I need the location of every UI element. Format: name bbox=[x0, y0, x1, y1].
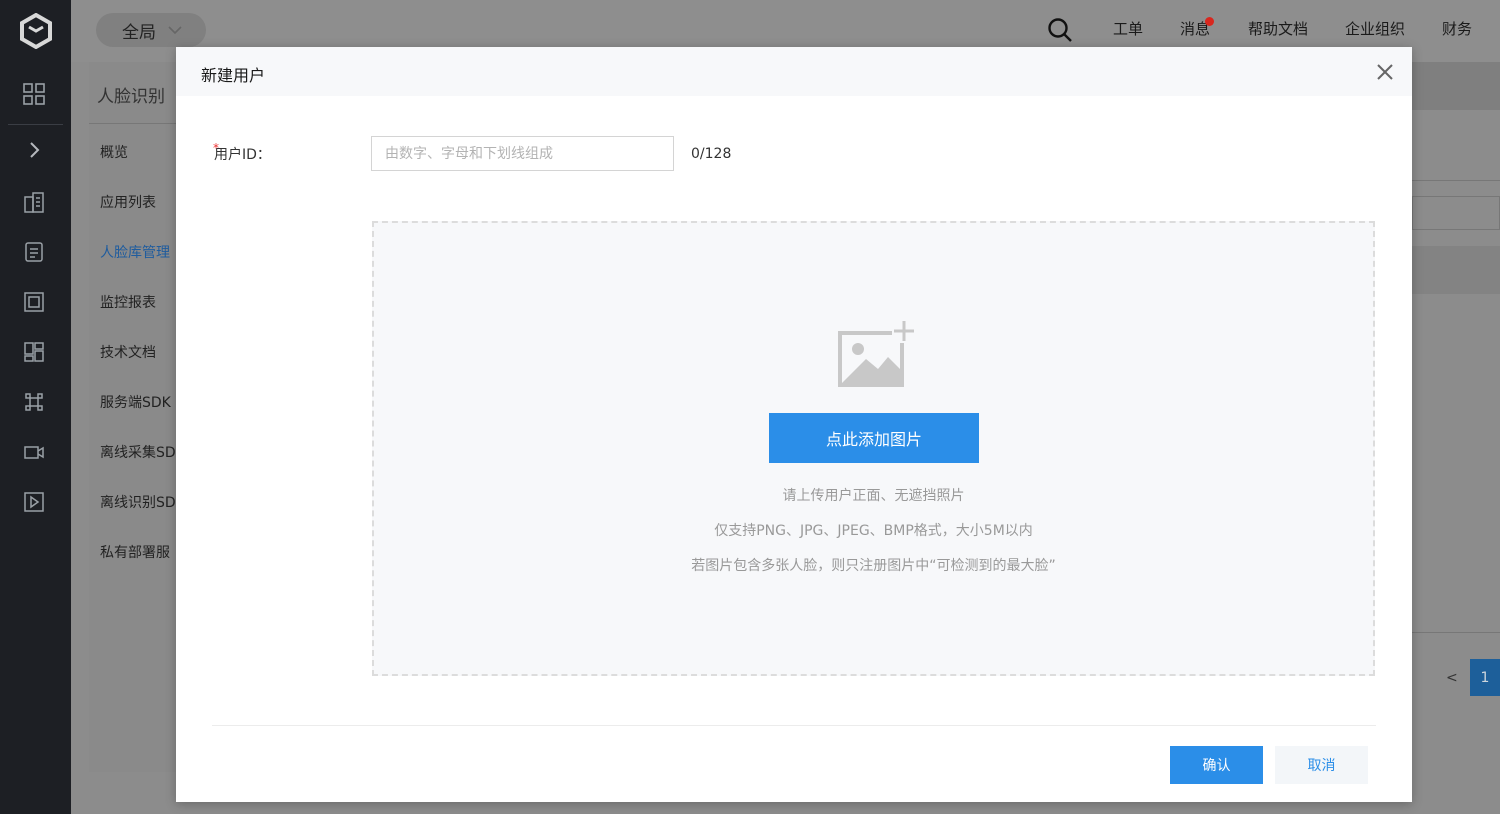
logo-icon[interactable] bbox=[0, 0, 71, 62]
video-icon[interactable] bbox=[21, 439, 47, 465]
user-id-label: * 用户ID： bbox=[213, 141, 271, 164]
content-divider bbox=[1412, 180, 1500, 181]
icon-rail bbox=[0, 0, 71, 814]
pagination-prev[interactable]: < bbox=[1446, 670, 1458, 686]
nav-tickets[interactable]: 工单 bbox=[1113, 18, 1143, 39]
required-marker: * bbox=[213, 141, 219, 155]
command-icon[interactable] bbox=[21, 389, 47, 415]
sidebar-item-overview[interactable]: 概览 bbox=[100, 142, 128, 162]
confirm-button[interactable]: 确认 bbox=[1170, 746, 1263, 784]
play-icon[interactable] bbox=[21, 489, 47, 515]
new-user-dialog: 新建用户 * 用户ID： 0/128 点此添加图片 请上传用户正面、无遮挡照片 … bbox=[176, 47, 1412, 802]
user-id-input[interactable] bbox=[371, 136, 674, 171]
upload-hint-1: 请上传用户正面、无遮挡照片 bbox=[782, 488, 965, 504]
sidebar-item-face-library[interactable]: 人脸库管理 bbox=[100, 242, 170, 262]
user-id-char-counter: 0/128 bbox=[691, 146, 732, 162]
building-icon[interactable] bbox=[21, 189, 47, 215]
close-icon[interactable] bbox=[1375, 62, 1395, 82]
upload-hint-2: 仅支持PNG、JPG、JPEG、BMP格式，大小5M以内 bbox=[714, 523, 1033, 539]
sidebar-item-app-list[interactable]: 应用列表 bbox=[100, 192, 156, 212]
cancel-button[interactable]: 取消 bbox=[1275, 746, 1368, 784]
database-icon[interactable] bbox=[21, 239, 47, 265]
add-image-button[interactable]: 点此添加图片 bbox=[769, 413, 979, 463]
sidebar-item-offline-capture-sdk[interactable]: 离线采集SD bbox=[100, 442, 176, 462]
dashboard-icon[interactable] bbox=[21, 339, 47, 365]
scope-label: 全局 bbox=[122, 22, 156, 43]
chevron-right-icon[interactable] bbox=[21, 137, 47, 163]
sidebar-item-private-deploy[interactable]: 私有部署服 bbox=[100, 542, 170, 562]
sidebar-divider bbox=[89, 123, 181, 124]
pagination-current[interactable]: 1 bbox=[1470, 659, 1500, 696]
product-sidebar: 人脸识别 概览 应用列表 人脸库管理 监控报表 技术文档 服务端SDK 离线采集… bbox=[89, 62, 181, 772]
grid-icon[interactable] bbox=[21, 81, 47, 107]
table-header-band bbox=[1412, 246, 1500, 294]
nav-organization[interactable]: 企业组织 bbox=[1345, 18, 1405, 39]
page-bottom bbox=[71, 802, 1500, 814]
dialog-footer-divider bbox=[212, 725, 1376, 726]
sidebar-item-tech-docs[interactable]: 技术文档 bbox=[100, 342, 156, 362]
scope-selector[interactable]: 全局 bbox=[96, 13, 206, 47]
sidebar-item-server-sdk[interactable]: 服务端SDK bbox=[100, 392, 171, 412]
unread-badge bbox=[1205, 17, 1214, 26]
dialog-header: 新建用户 bbox=[176, 47, 1412, 96]
dialog-title: 新建用户 bbox=[201, 66, 266, 85]
rail-divider bbox=[8, 124, 63, 125]
search-icon[interactable] bbox=[1047, 17, 1073, 47]
table-bottom-line bbox=[1412, 632, 1500, 633]
nav-finance[interactable]: 财务 bbox=[1442, 18, 1472, 39]
add-image-icon bbox=[836, 319, 916, 391]
image-upload-zone[interactable]: 点此添加图片 请上传用户正面、无遮挡照片 仅支持PNG、JPG、JPEG、BMP… bbox=[372, 221, 1375, 676]
chevron-down-icon bbox=[168, 20, 182, 40]
content-filter-box bbox=[1412, 196, 1500, 230]
sidebar-item-offline-recognition-sdk[interactable]: 离线识别SD bbox=[100, 492, 176, 512]
sidebar-item-monitoring[interactable]: 监控报表 bbox=[100, 292, 156, 312]
nav-help-docs[interactable]: 帮助文档 bbox=[1248, 18, 1308, 39]
upload-hint-3: 若图片包含多张人脸，则只注册图片中“可检测到的最大脸” bbox=[691, 558, 1056, 574]
sidebar-title: 人脸识别 bbox=[97, 87, 165, 107]
frame-icon[interactable] bbox=[21, 289, 47, 315]
user-id-label-text: 用户ID： bbox=[214, 147, 271, 163]
content-header-band bbox=[1412, 62, 1500, 110]
